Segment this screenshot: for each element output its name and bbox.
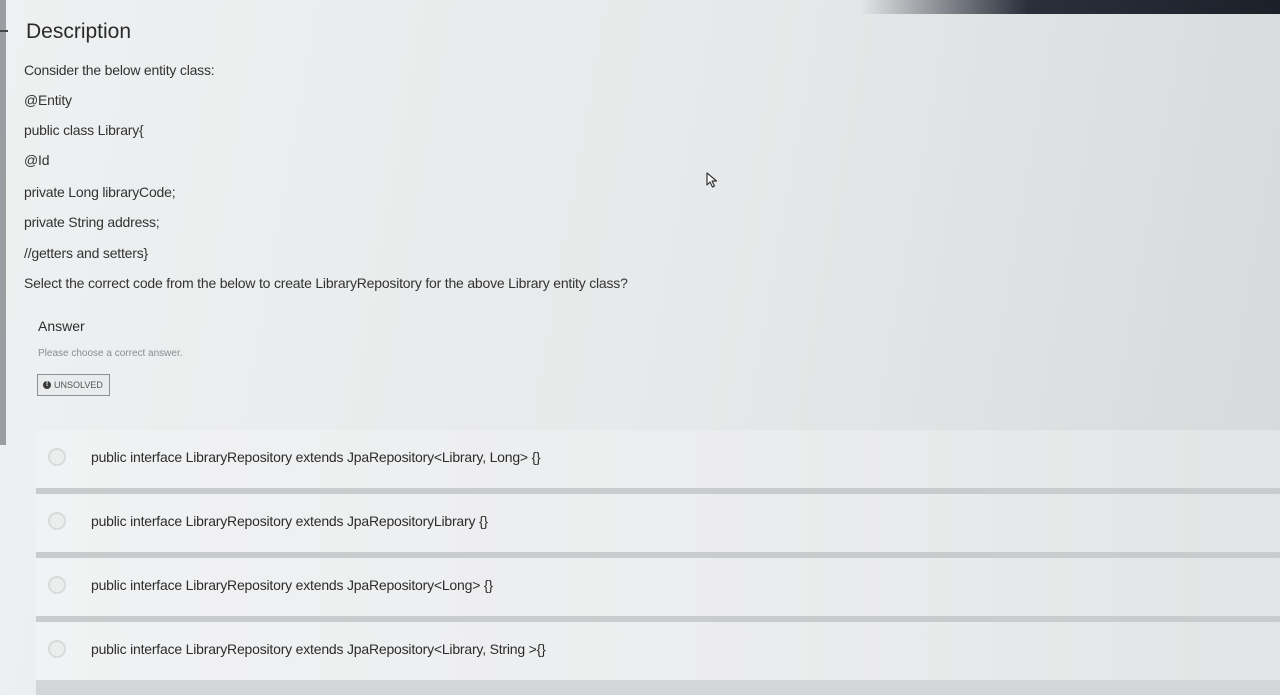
window-top-bar xyxy=(860,0,1280,14)
question-line-field-code: private Long libraryCode; xyxy=(24,184,176,200)
question-prompt: Select the correct code from the below t… xyxy=(24,275,628,291)
radio-button[interactable] xyxy=(48,512,66,530)
radio-button[interactable] xyxy=(48,576,66,594)
option-text: public interface LibraryRepository exten… xyxy=(91,449,541,465)
option-text: public interface LibraryRepository exten… xyxy=(91,641,546,657)
question-line-class: public class Library{ xyxy=(24,122,144,138)
status-label: UNSOLVED xyxy=(54,380,103,390)
status-badge: ! UNSOLVED xyxy=(37,374,110,396)
left-panel-edge xyxy=(0,0,6,445)
option-text: public interface LibraryRepository exten… xyxy=(91,513,488,529)
question-line-field-address: private String address; xyxy=(24,214,160,230)
answer-option-2[interactable]: public interface LibraryRepository exten… xyxy=(36,494,1280,552)
question-line-annotation: @Entity xyxy=(24,92,72,108)
answer-hint: Please choose a correct answer. xyxy=(38,348,183,359)
question-line-comment: //getters and setters} xyxy=(24,245,149,261)
question-line-id: @Id xyxy=(24,152,50,168)
answer-option-1[interactable]: public interface LibraryRepository exten… xyxy=(36,430,1280,488)
answer-label: Answer xyxy=(38,318,85,334)
option-text: public interface LibraryRepository exten… xyxy=(91,577,493,593)
collapse-marker[interactable] xyxy=(0,30,8,32)
question-line-intro: Consider the below entity class: xyxy=(24,62,215,78)
radio-button[interactable] xyxy=(48,448,66,466)
answer-option-4[interactable]: public interface LibraryRepository exten… xyxy=(36,622,1280,680)
info-icon: ! xyxy=(43,381,51,389)
section-title: Description xyxy=(26,20,132,43)
answer-option-3[interactable]: public interface LibraryRepository exten… xyxy=(36,558,1280,616)
mouse-cursor-icon xyxy=(706,172,718,188)
radio-button[interactable] xyxy=(48,640,66,658)
next-option-edge xyxy=(36,680,1280,695)
